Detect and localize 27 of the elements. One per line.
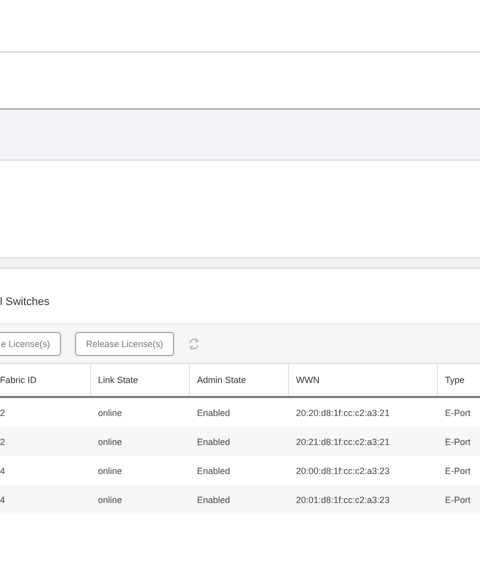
column-header[interactable]: WWN <box>289 364 438 396</box>
table-cell-text: online <box>97 464 124 478</box>
table-cell-text: Enabled <box>196 436 232 448</box>
section-title: l Switches <box>0 295 51 310</box>
table-cell-text: online <box>97 436 124 448</box>
table-cell-text: 20:01:d8:1f:cc:c2:a3:23 <box>295 494 391 506</box>
table-cell-text: E-Port <box>444 406 472 420</box>
column-header[interactable]: Fabric ID <box>0 364 91 396</box>
column-header[interactable]: Admin State <box>190 364 289 396</box>
table-cell-text: 2 <box>0 406 6 420</box>
table-cell-text: 4 <box>0 494 6 506</box>
table-cell-text: Enabled <box>196 406 232 420</box>
table-cell-text: 20:20:d8:1f:cc:c2:a3:21 <box>295 406 391 420</box>
refresh-icon[interactable] <box>188 337 200 351</box>
table-cell-text: 20:21:d8:1f:cc:c2:a3:21 <box>295 436 391 448</box>
table-cell-text: E-Port <box>444 464 472 478</box>
column-header[interactable]: Type <box>438 364 480 396</box>
table-cell-text: E-Port <box>444 436 472 448</box>
table-cell-text: 20:00:d8:1f:cc:c2:a3:23 <box>295 464 391 478</box>
table-cell-text: Enabled <box>196 464 232 478</box>
table-cell-text: online <box>97 406 124 420</box>
table-cell-text: 2 <box>0 436 6 448</box>
table-cell-text: online <box>97 494 124 506</box>
table-cell-text: 4 <box>0 464 6 478</box>
table-cell-text: E-Port <box>444 494 472 506</box>
column-header[interactable]: Link State <box>91 364 190 396</box>
table-cell-text: Enabled <box>196 494 232 506</box>
